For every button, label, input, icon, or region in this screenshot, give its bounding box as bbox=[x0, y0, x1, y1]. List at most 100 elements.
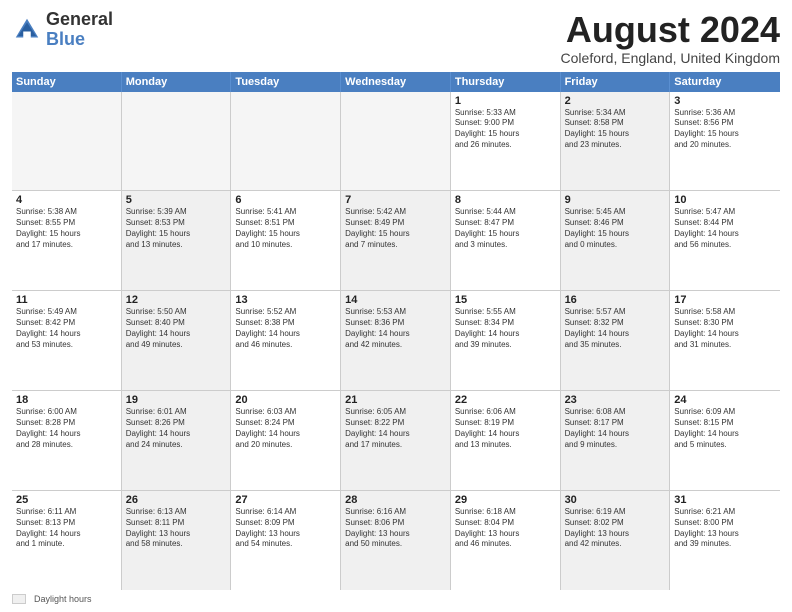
day-info: Sunrise: 5:44 AM Sunset: 8:47 PM Dayligh… bbox=[455, 207, 556, 250]
day-number: 13 bbox=[235, 294, 336, 306]
page-header: General Blue August 2024 Coleford, Engla… bbox=[12, 10, 780, 66]
month-title: August 2024 bbox=[561, 10, 780, 50]
title-block: August 2024 Coleford, England, United Ki… bbox=[561, 10, 780, 66]
day-info: Sunrise: 5:53 AM Sunset: 8:36 PM Dayligh… bbox=[345, 307, 446, 350]
day-number: 26 bbox=[126, 494, 227, 506]
calendar-week-2: 11Sunrise: 5:49 AM Sunset: 8:42 PM Dayli… bbox=[12, 291, 780, 391]
day-info: Sunrise: 6:14 AM Sunset: 8:09 PM Dayligh… bbox=[235, 507, 336, 550]
day-number: 11 bbox=[16, 294, 117, 306]
day-number: 30 bbox=[565, 494, 666, 506]
calendar-cell: 20Sunrise: 6:03 AM Sunset: 8:24 PM Dayli… bbox=[231, 391, 341, 490]
legend-box bbox=[12, 594, 26, 604]
calendar-cell: 29Sunrise: 6:18 AM Sunset: 8:04 PM Dayli… bbox=[451, 491, 561, 590]
day-number: 1 bbox=[455, 95, 556, 107]
page-container: General Blue August 2024 Coleford, Engla… bbox=[0, 0, 792, 612]
logo-general-text: General bbox=[46, 10, 113, 30]
calendar-cell: 12Sunrise: 5:50 AM Sunset: 8:40 PM Dayli… bbox=[122, 291, 232, 390]
calendar-week-4: 25Sunrise: 6:11 AM Sunset: 8:13 PM Dayli… bbox=[12, 491, 780, 590]
day-number: 16 bbox=[565, 294, 666, 306]
day-info: Sunrise: 5:39 AM Sunset: 8:53 PM Dayligh… bbox=[126, 207, 227, 250]
calendar-cell: 26Sunrise: 6:13 AM Sunset: 8:11 PM Dayli… bbox=[122, 491, 232, 590]
calendar-cell: 6Sunrise: 5:41 AM Sunset: 8:51 PM Daylig… bbox=[231, 191, 341, 290]
day-info: Sunrise: 5:58 AM Sunset: 8:30 PM Dayligh… bbox=[674, 307, 776, 350]
day-number: 5 bbox=[126, 194, 227, 206]
day-info: Sunrise: 5:49 AM Sunset: 8:42 PM Dayligh… bbox=[16, 307, 117, 350]
calendar-cell: 19Sunrise: 6:01 AM Sunset: 8:26 PM Dayli… bbox=[122, 391, 232, 490]
calendar-cell: 5Sunrise: 5:39 AM Sunset: 8:53 PM Daylig… bbox=[122, 191, 232, 290]
day-info: Sunrise: 5:57 AM Sunset: 8:32 PM Dayligh… bbox=[565, 307, 666, 350]
day-number: 19 bbox=[126, 394, 227, 406]
calendar-cell: 8Sunrise: 5:44 AM Sunset: 8:47 PM Daylig… bbox=[451, 191, 561, 290]
day-number: 31 bbox=[674, 494, 776, 506]
day-number: 23 bbox=[565, 394, 666, 406]
calendar-cell: 2Sunrise: 5:34 AM Sunset: 8:58 PM Daylig… bbox=[561, 92, 671, 191]
calendar-cell bbox=[341, 92, 451, 191]
day-info: Sunrise: 5:47 AM Sunset: 8:44 PM Dayligh… bbox=[674, 207, 776, 250]
day-info: Sunrise: 5:52 AM Sunset: 8:38 PM Dayligh… bbox=[235, 307, 336, 350]
calendar-body: 1Sunrise: 5:33 AM Sunset: 9:00 PM Daylig… bbox=[12, 92, 780, 590]
day-number: 25 bbox=[16, 494, 117, 506]
calendar-cell bbox=[12, 92, 122, 191]
calendar-cell: 30Sunrise: 6:19 AM Sunset: 8:02 PM Dayli… bbox=[561, 491, 671, 590]
calendar-cell: 21Sunrise: 6:05 AM Sunset: 8:22 PM Dayli… bbox=[341, 391, 451, 490]
calendar-cell bbox=[122, 92, 232, 191]
calendar-cell: 15Sunrise: 5:55 AM Sunset: 8:34 PM Dayli… bbox=[451, 291, 561, 390]
calendar-header-tuesday: Tuesday bbox=[231, 72, 341, 92]
calendar-cell bbox=[231, 92, 341, 191]
calendar-cell: 11Sunrise: 5:49 AM Sunset: 8:42 PM Dayli… bbox=[12, 291, 122, 390]
calendar-cell: 22Sunrise: 6:06 AM Sunset: 8:19 PM Dayli… bbox=[451, 391, 561, 490]
calendar-header-monday: Monday bbox=[122, 72, 232, 92]
location: Coleford, England, United Kingdom bbox=[561, 50, 780, 66]
calendar-header-saturday: Saturday bbox=[670, 72, 780, 92]
calendar-cell: 14Sunrise: 5:53 AM Sunset: 8:36 PM Dayli… bbox=[341, 291, 451, 390]
day-number: 9 bbox=[565, 194, 666, 206]
day-info: Sunrise: 6:05 AM Sunset: 8:22 PM Dayligh… bbox=[345, 407, 446, 450]
day-info: Sunrise: 6:18 AM Sunset: 8:04 PM Dayligh… bbox=[455, 507, 556, 550]
day-number: 29 bbox=[455, 494, 556, 506]
calendar-cell: 1Sunrise: 5:33 AM Sunset: 9:00 PM Daylig… bbox=[451, 92, 561, 191]
calendar-cell: 16Sunrise: 5:57 AM Sunset: 8:32 PM Dayli… bbox=[561, 291, 671, 390]
day-number: 8 bbox=[455, 194, 556, 206]
day-number: 10 bbox=[674, 194, 776, 206]
calendar-cell: 23Sunrise: 6:08 AM Sunset: 8:17 PM Dayli… bbox=[561, 391, 671, 490]
calendar-cell: 7Sunrise: 5:42 AM Sunset: 8:49 PM Daylig… bbox=[341, 191, 451, 290]
calendar-header-thursday: Thursday bbox=[451, 72, 561, 92]
day-info: Sunrise: 6:09 AM Sunset: 8:15 PM Dayligh… bbox=[674, 407, 776, 450]
calendar: SundayMondayTuesdayWednesdayThursdayFrid… bbox=[12, 72, 780, 590]
day-number: 14 bbox=[345, 294, 446, 306]
day-number: 22 bbox=[455, 394, 556, 406]
day-info: Sunrise: 6:00 AM Sunset: 8:28 PM Dayligh… bbox=[16, 407, 117, 450]
calendar-cell: 25Sunrise: 6:11 AM Sunset: 8:13 PM Dayli… bbox=[12, 491, 122, 590]
calendar-cell: 3Sunrise: 5:36 AM Sunset: 8:56 PM Daylig… bbox=[670, 92, 780, 191]
calendar-week-1: 4Sunrise: 5:38 AM Sunset: 8:55 PM Daylig… bbox=[12, 191, 780, 291]
day-number: 24 bbox=[674, 394, 776, 406]
day-number: 7 bbox=[345, 194, 446, 206]
footer: Daylight hours bbox=[12, 594, 780, 604]
calendar-cell: 17Sunrise: 5:58 AM Sunset: 8:30 PM Dayli… bbox=[670, 291, 780, 390]
day-number: 21 bbox=[345, 394, 446, 406]
day-info: Sunrise: 6:16 AM Sunset: 8:06 PM Dayligh… bbox=[345, 507, 446, 550]
calendar-cell: 4Sunrise: 5:38 AM Sunset: 8:55 PM Daylig… bbox=[12, 191, 122, 290]
legend-label: Daylight hours bbox=[34, 594, 92, 604]
day-info: Sunrise: 5:33 AM Sunset: 9:00 PM Dayligh… bbox=[455, 108, 556, 151]
calendar-cell: 13Sunrise: 5:52 AM Sunset: 8:38 PM Dayli… bbox=[231, 291, 341, 390]
calendar-header: SundayMondayTuesdayWednesdayThursdayFrid… bbox=[12, 72, 780, 92]
day-info: Sunrise: 6:08 AM Sunset: 8:17 PM Dayligh… bbox=[565, 407, 666, 450]
day-info: Sunrise: 5:42 AM Sunset: 8:49 PM Dayligh… bbox=[345, 207, 446, 250]
day-number: 2 bbox=[565, 95, 666, 107]
calendar-cell: 10Sunrise: 5:47 AM Sunset: 8:44 PM Dayli… bbox=[670, 191, 780, 290]
calendar-cell: 27Sunrise: 6:14 AM Sunset: 8:09 PM Dayli… bbox=[231, 491, 341, 590]
day-info: Sunrise: 6:13 AM Sunset: 8:11 PM Dayligh… bbox=[126, 507, 227, 550]
day-info: Sunrise: 5:34 AM Sunset: 8:58 PM Dayligh… bbox=[565, 108, 666, 151]
day-number: 20 bbox=[235, 394, 336, 406]
calendar-cell: 31Sunrise: 6:21 AM Sunset: 8:00 PM Dayli… bbox=[670, 491, 780, 590]
day-info: Sunrise: 5:36 AM Sunset: 8:56 PM Dayligh… bbox=[674, 108, 776, 151]
day-info: Sunrise: 5:45 AM Sunset: 8:46 PM Dayligh… bbox=[565, 207, 666, 250]
day-info: Sunrise: 6:21 AM Sunset: 8:00 PM Dayligh… bbox=[674, 507, 776, 550]
logo: General Blue bbox=[12, 10, 113, 50]
day-number: 17 bbox=[674, 294, 776, 306]
day-info: Sunrise: 5:55 AM Sunset: 8:34 PM Dayligh… bbox=[455, 307, 556, 350]
day-info: Sunrise: 6:19 AM Sunset: 8:02 PM Dayligh… bbox=[565, 507, 666, 550]
day-number: 28 bbox=[345, 494, 446, 506]
calendar-cell: 28Sunrise: 6:16 AM Sunset: 8:06 PM Dayli… bbox=[341, 491, 451, 590]
